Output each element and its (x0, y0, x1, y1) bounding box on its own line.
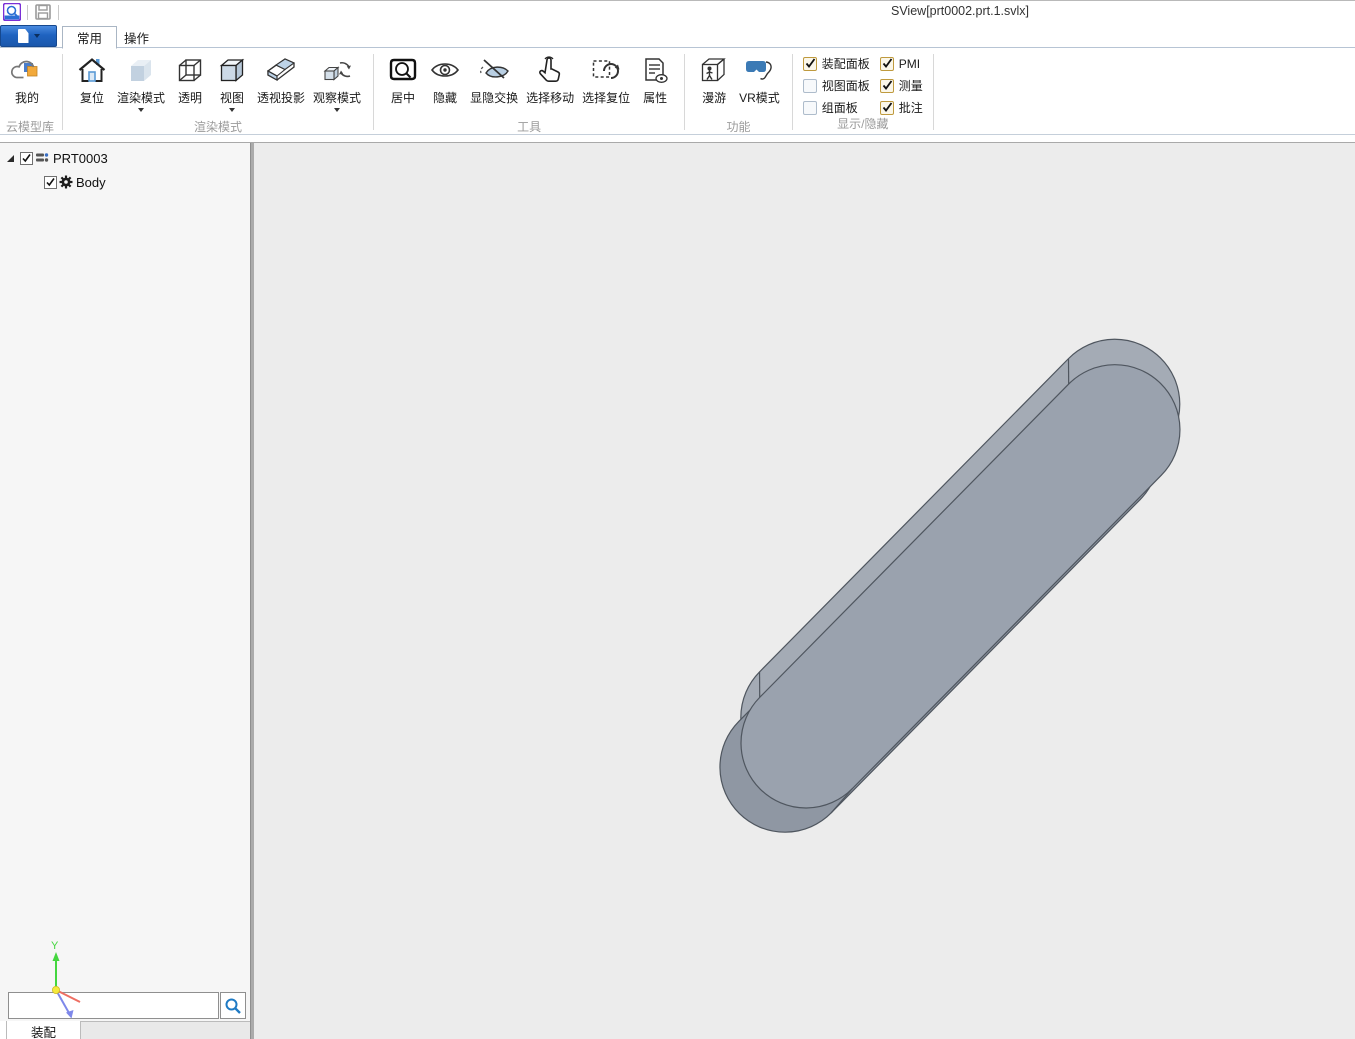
search-input[interactable] (8, 992, 219, 1019)
group-tools: 居中 隐藏 显隐交换 选择移动 选择复位 属性 工具 (376, 52, 682, 134)
my-models-button[interactable]: 我的 (6, 52, 48, 112)
roam-button[interactable]: 漫游 (693, 52, 735, 112)
window-title: SView[prt0002.prt.1.svlx] (890, 4, 1030, 18)
properties-button[interactable]: 属性 (634, 52, 676, 112)
model-key[interactable] (254, 143, 1355, 1039)
separator (684, 54, 686, 130)
hand-pointer-icon (539, 56, 561, 82)
select-move-button[interactable]: 选择移动 (522, 52, 578, 112)
render-mode-button[interactable]: 渲染模式 (113, 52, 169, 112)
ribbon-tab-strip: 常用 操作 (0, 25, 1355, 49)
document-eye-icon (645, 58, 668, 83)
group-label: 功能 (726, 120, 751, 134)
chevron-down-icon (334, 108, 341, 112)
chevron-down-icon (138, 108, 145, 112)
app-menu-button[interactable] (0, 25, 57, 47)
group-label: 云模型库 (6, 120, 55, 134)
group-render-mode: 复位 渲染模式 透明 视图 透视投影 观察模式 渲染模式 (65, 52, 371, 134)
center-button[interactable]: 居中 (382, 52, 424, 112)
gear-icon (59, 175, 73, 189)
vr-headset-icon (746, 61, 773, 80)
search-button[interactable] (220, 992, 246, 1019)
save-icon[interactable] (34, 3, 52, 21)
checked-checkbox-icon (802, 56, 817, 71)
separator (791, 54, 793, 130)
view-button[interactable]: 视图 (211, 52, 253, 112)
checkbox-annotation[interactable]: 批注 (879, 100, 923, 115)
search-icon (225, 998, 241, 1014)
group-cloud-library: 我的 云模型库 (0, 52, 60, 134)
checked-checkbox-icon (879, 56, 894, 71)
chevron-down-icon (33, 34, 40, 38)
tree-checkbox-checked[interactable] (20, 151, 33, 165)
tree-item-body[interactable]: Body (44, 173, 106, 191)
transparent-button[interactable]: 透明 (169, 52, 211, 112)
orbit-cube-icon (323, 61, 352, 81)
group-show-hide: 装配面板 视图面板 组面板 PMI 测量 批注 显示/隐藏 (795, 52, 931, 134)
checked-checkbox-icon (879, 100, 894, 115)
home-icon (78, 58, 106, 82)
center-view-icon (389, 58, 417, 81)
selection-rotate-icon (592, 60, 620, 79)
panel-bottom-tabs: 装配 (0, 1021, 250, 1039)
search-row (8, 992, 246, 1019)
unchecked-checkbox-icon (802, 78, 817, 93)
checked-checkbox-icon (879, 78, 894, 93)
tab-operate[interactable]: 操作 (110, 26, 163, 48)
separator (27, 4, 28, 20)
viewport-3d[interactable] (254, 143, 1355, 1039)
document-icon (17, 29, 29, 43)
separator (62, 54, 64, 130)
assembly-panel: PRT0003 Body 装配 Y (0, 143, 250, 1039)
checkbox-view-panel[interactable]: 视图面板 (802, 78, 870, 93)
reset-button[interactable]: 复位 (71, 52, 113, 112)
group-features: 漫游 VR模式 功能 (687, 52, 790, 134)
content-area: PRT0003 Body 装配 Y (0, 142, 1355, 1039)
checkbox-group-panel[interactable]: 组面板 (802, 100, 870, 115)
separator (373, 54, 375, 130)
separator (932, 54, 934, 130)
part-icon (36, 153, 49, 162)
vr-mode-button[interactable]: VR模式 (735, 52, 784, 112)
select-reset-button[interactable]: 选择复位 (578, 52, 634, 112)
tab-home[interactable]: 常用 (62, 26, 118, 49)
checkbox-measure[interactable]: 测量 (879, 78, 923, 93)
chevron-down-icon (229, 108, 236, 112)
title-bar: SView[prt0002.prt.1.svlx] (0, 1, 1355, 25)
group-label: 显示/隐藏 (837, 117, 889, 131)
expand-arrow-icon[interactable] (6, 154, 15, 163)
checkbox-assembly-panel[interactable]: 装配面板 (802, 56, 870, 71)
eye-icon (431, 63, 460, 77)
checkbox-pmi[interactable]: PMI (879, 56, 923, 71)
hide-button[interactable]: 隐藏 (424, 52, 466, 112)
unchecked-checkbox-icon (802, 100, 817, 115)
shaded-cube-icon (131, 60, 152, 81)
perspective-box-icon (267, 58, 296, 82)
app-logo-icon[interactable] (3, 3, 21, 21)
wireframe-cube-icon (178, 59, 202, 82)
eye-slash-icon (480, 59, 509, 79)
ribbon: 我的 云模型库 复位 渲染模式 透明 视图 透视投影 观察模式 渲染模式 居中 … (0, 48, 1355, 135)
group-label: 渲染模式 (194, 120, 243, 134)
separator (58, 4, 59, 20)
sview-window: SView[prt0002.prt.1.svlx] 常用 操作 我的 云模型库 … (0, 0, 1355, 1039)
observe-mode-button[interactable]: 观察模式 (309, 52, 365, 112)
axis-y-label: Y (51, 940, 59, 952)
walkthrough-icon (701, 58, 726, 82)
tree-item-root[interactable]: PRT0003 (6, 149, 108, 167)
tab-assembly[interactable]: 装配 (7, 1021, 81, 1039)
perspective-button[interactable]: 透视投影 (253, 52, 309, 112)
tree-item-label: PRT0003 (53, 150, 108, 166)
tree-checkbox-checked[interactable] (44, 175, 57, 189)
tree-item-label: Body (76, 174, 106, 190)
cloud-icon (11, 60, 38, 79)
group-label: 工具 (517, 120, 542, 134)
quick-access-toolbar (3, 3, 65, 21)
toggle-visibility-button[interactable]: 显隐交换 (466, 52, 522, 112)
axis-triad: Y (51, 940, 81, 1019)
solid-cube-icon (219, 58, 245, 82)
